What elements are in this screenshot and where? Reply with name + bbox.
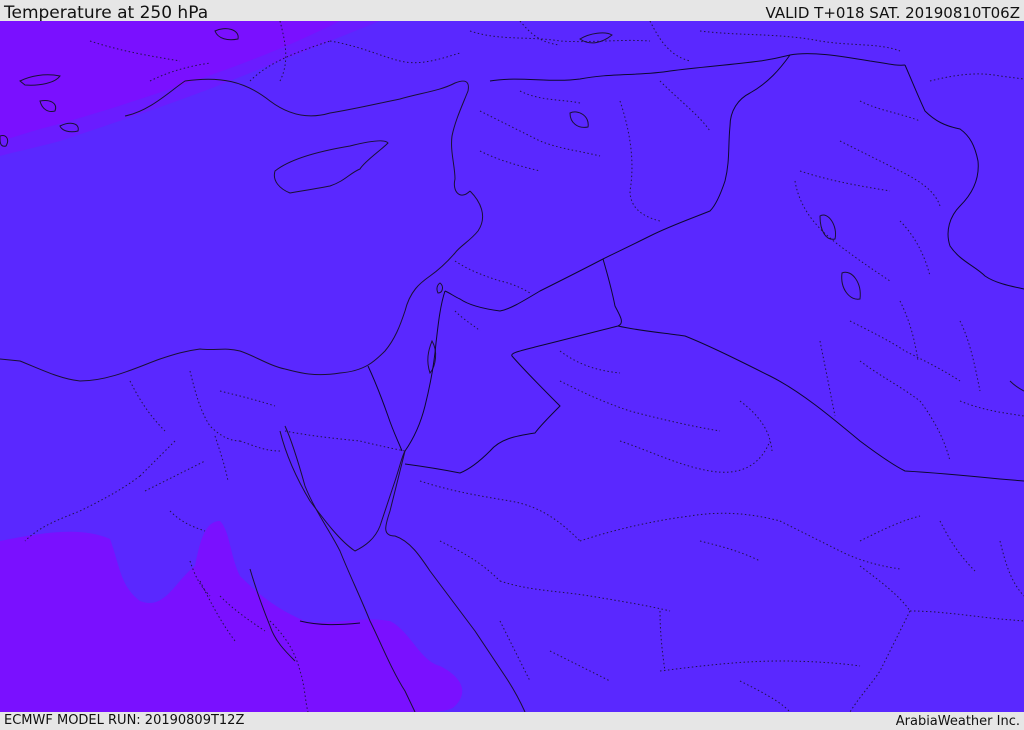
footer-bar: ECMWF MODEL RUN: 20190809T12Z ArabiaWeat… bbox=[0, 712, 1024, 729]
model-run: ECMWF MODEL RUN: 20190809T12Z bbox=[4, 713, 245, 728]
map-canvas bbox=[0, 21, 1024, 712]
header-bar: Temperature at 250 hPa VALID T+018 SAT. … bbox=[0, 0, 1024, 23]
weather-map[interactable] bbox=[0, 21, 1024, 712]
credit: ArabiaWeather Inc. bbox=[895, 714, 1020, 729]
